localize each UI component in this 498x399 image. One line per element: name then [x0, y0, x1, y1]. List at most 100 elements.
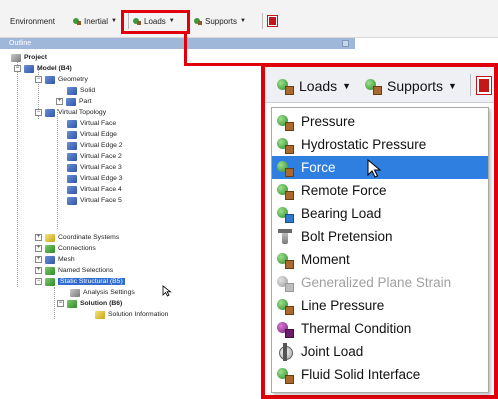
expand-icon[interactable]: + [35, 256, 42, 263]
tree-item-virtual[interactable]: Virtual Face [67, 118, 116, 129]
delete-button[interactable] [267, 14, 278, 28]
tree-item-virtual[interactable]: Virtual Edge 3 [67, 173, 123, 184]
named-selections-icon [45, 266, 55, 275]
bolt-pretension-icon [276, 228, 294, 246]
tree-item-model[interactable]: − Model (B4) [14, 63, 72, 74]
menu-item-moment[interactable]: Moment [272, 248, 488, 271]
tree-guide [17, 57, 18, 287]
menu-item-force[interactable]: Force [272, 156, 488, 179]
menu-item-joint-load[interactable]: Joint Load [272, 340, 488, 363]
hydrostatic-pressure-icon [276, 136, 294, 154]
pressure-icon [276, 113, 294, 131]
collapse-icon[interactable]: − [35, 109, 42, 116]
fluid-solid-interface-icon [276, 366, 294, 384]
tree-item-mesh[interactable]: + Mesh [35, 254, 75, 265]
virtual-edge-icon [67, 130, 77, 139]
remote-force-icon [276, 182, 294, 200]
model-icon [24, 64, 34, 73]
inertial-label: Inertial [84, 16, 109, 26]
delete-icon [267, 15, 278, 27]
environment-button[interactable]: Environment [10, 14, 55, 28]
menu-item-fluid-solid-interface[interactable]: Fluid Solid Interface [272, 363, 488, 386]
zoomed-supports-dropdown[interactable]: Supports ▼ [365, 76, 457, 96]
outline-title: Outline [9, 40, 32, 47]
zoomed-supports-label: Supports [387, 78, 444, 94]
project-icon [11, 53, 21, 62]
menu-item-thermal-condition[interactable]: Thermal Condition [272, 317, 488, 340]
tree-item-solution[interactable]: − Solution (B6) [57, 298, 122, 309]
toolbar-separator [470, 74, 471, 96]
expand-icon[interactable]: + [35, 267, 42, 274]
zoomed-loads-label: Loads [299, 78, 338, 94]
menu-item-bearing-load[interactable]: Bearing Load [272, 202, 488, 225]
menu-item-bolt-pretension[interactable]: Bolt Pretension [272, 225, 488, 248]
tree-item-part[interactable]: + Part [56, 96, 91, 107]
delete-icon[interactable] [476, 76, 492, 95]
force-icon [276, 159, 294, 177]
collapse-icon[interactable]: − [57, 300, 64, 307]
virtual-face-icon [67, 196, 77, 205]
top-toolbar: Environment Inertial ▼ Loads ▼ Supports … [0, 0, 498, 38]
inertial-dropdown[interactable]: Inertial ▼ [73, 14, 117, 28]
zoomed-toolbar: Loads ▼ Supports ▼ [265, 67, 494, 103]
tree-item-project[interactable]: Project [11, 52, 47, 63]
expand-icon[interactable]: + [56, 98, 63, 105]
virtual-face-icon [67, 163, 77, 172]
outline-tree: Project − Model (B4) − Geometry Solid + … [0, 49, 262, 339]
tree-item-virtual[interactable]: Virtual Edge 2 [67, 140, 123, 151]
menu-item-hydrostatic-pressure[interactable]: Hydrostatic Pressure [272, 133, 488, 156]
supports-icon [194, 17, 203, 26]
thermal-condition-icon [276, 320, 294, 338]
chevron-down-icon: ▼ [240, 18, 246, 24]
tree-item-virtual[interactable]: Virtual Face 3 [67, 162, 122, 173]
outline-header: Outline [0, 38, 355, 49]
joint-load-icon [276, 342, 294, 361]
zoomed-loads-dropdown[interactable]: Loads ▼ [277, 76, 351, 96]
tree-item-analysis-settings[interactable]: Analysis Settings [70, 287, 135, 298]
expand-icon[interactable]: + [35, 245, 42, 252]
toolbar-separator [262, 13, 263, 29]
menu-item-remote-force[interactable]: Remote Force [272, 179, 488, 202]
tree-item-virtual[interactable]: Virtual Face 2 [67, 151, 122, 162]
virtual-edge-icon [67, 174, 77, 183]
virtual-edge-icon [67, 141, 77, 150]
connections-icon [45, 244, 55, 253]
generalized-plane-strain-icon [276, 274, 294, 292]
supports-dropdown[interactable]: Supports ▼ [194, 14, 246, 28]
solution-information-icon [95, 310, 105, 319]
tree-item-solid[interactable]: Solid [67, 85, 95, 96]
supports-icon [365, 78, 382, 95]
mouse-pointer-icon [162, 285, 172, 297]
solid-icon [67, 86, 77, 95]
tree-guide [54, 287, 55, 319]
moment-icon [276, 251, 294, 269]
supports-label: Supports [205, 16, 238, 26]
collapse-icon[interactable]: − [14, 65, 21, 72]
collapse-icon[interactable]: − [35, 278, 42, 285]
tree-item-virtual[interactable]: Virtual Face 4 [67, 184, 122, 195]
tree-item-static-structural[interactable]: − Static Structural (B5) [35, 276, 125, 287]
collapse-icon[interactable]: − [35, 76, 42, 83]
static-structural-icon [45, 277, 55, 286]
expand-icon[interactable]: + [35, 234, 42, 241]
tree-item-virtual-topology[interactable]: − Virtual Topology [35, 107, 106, 118]
line-pressure-icon [276, 297, 294, 315]
tree-item-virtual[interactable]: Virtual Edge [67, 129, 117, 140]
solution-icon [67, 299, 77, 308]
loads-icon [277, 78, 294, 95]
menu-item-pressure[interactable]: Pressure [272, 110, 488, 133]
menu-item-generalized-plane-strain: Generalized Plane Strain [272, 271, 488, 294]
menu-item-line-pressure[interactable]: Line Pressure [272, 294, 488, 317]
mesh-icon [45, 255, 55, 264]
virtual-face-icon [67, 185, 77, 194]
tree-item-virtual[interactable]: Virtual Face 5 [67, 195, 122, 206]
pin-icon[interactable] [342, 40, 349, 47]
tree-item-named-selections[interactable]: + Named Selections [35, 265, 113, 276]
analysis-settings-icon [70, 288, 80, 297]
tree-item-connections[interactable]: + Connections [35, 243, 96, 254]
chevron-down-icon: ▼ [111, 18, 117, 24]
loads-menu: Pressure Hydrostatic Pressure Force Remo… [271, 107, 489, 393]
tree-item-geometry[interactable]: − Geometry [35, 74, 88, 85]
tree-item-coordinate-systems[interactable]: + Coordinate Systems [35, 232, 119, 243]
tree-item-solution-information[interactable]: Solution Information [95, 309, 168, 320]
